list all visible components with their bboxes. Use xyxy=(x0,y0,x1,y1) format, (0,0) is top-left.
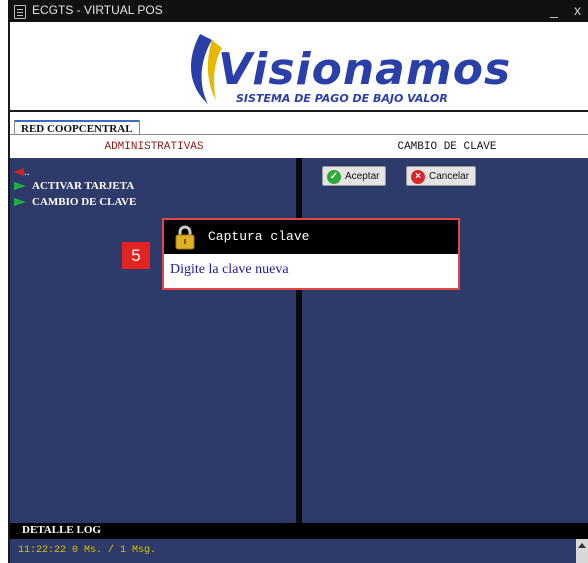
logo-banner: Visionamos SISTEMA DE PAGO DE BAJO VALOR xyxy=(10,22,588,110)
cancel-button[interactable]: × Cancelar xyxy=(406,166,477,186)
left-menu-panel: .. ACTIVAR TARJETA CAMBIO DE CLAVE xyxy=(10,158,296,523)
right-panel-header: CAMBIO DE CLAVE xyxy=(397,141,497,153)
log-panel: 11:22:22 0 Ms. / 1 Msg. xyxy=(10,539,588,563)
cancel-label: Cancelar xyxy=(429,171,470,182)
log-title: DETALLE LOG xyxy=(22,524,101,536)
title-bar: ECGTS - VIRTUAL POS _ x xyxy=(8,0,588,22)
green-arrow-icon xyxy=(14,182,26,191)
step-number-badge: 5 xyxy=(122,242,150,269)
log-header: DETALLE LOG xyxy=(10,523,588,539)
lock-icon xyxy=(175,225,195,250)
tab-strip: RED COOPCENTRAL xyxy=(10,110,588,137)
right-content-panel: ✓ Aceptar × Cancelar xyxy=(302,158,588,523)
close-button[interactable]: x xyxy=(574,2,581,18)
app-icon xyxy=(14,5,26,19)
log-line: 11:22:22 0 Ms. / 1 Msg. xyxy=(18,545,157,556)
left-panel-header: ADMINISTRATIVAS xyxy=(104,141,204,153)
menu-back-item[interactable]: .. xyxy=(14,166,30,178)
menu-item-cambio-de-clave[interactable]: CAMBIO DE CLAVE xyxy=(14,196,136,208)
dialog-prompt: Digite la clave nueva xyxy=(170,262,289,277)
password-capture-dialog: Captura clave Digite la clave nueva xyxy=(162,218,460,290)
check-icon: ✓ xyxy=(327,170,341,184)
panel-headers: ADMINISTRATIVAS CAMBIO DE CLAVE xyxy=(10,134,588,159)
logo-wordmark: Visionamos xyxy=(218,44,512,95)
accept-button[interactable]: ✓ Aceptar xyxy=(322,166,387,186)
green-arrow-icon xyxy=(14,198,26,207)
menu-item-label: ACTIVAR TARJETA xyxy=(32,180,135,192)
scroll-up-icon[interactable] xyxy=(578,543,586,548)
log-scrollbar[interactable] xyxy=(576,539,588,563)
dialog-header: Captura clave xyxy=(164,220,458,254)
window-title: ECGTS - VIRTUAL POS xyxy=(32,3,163,17)
visionamos-logo: Visionamos SISTEMA DE PAGO DE BAJO VALOR xyxy=(178,30,510,108)
dialog-title: Captura clave xyxy=(208,229,310,244)
logo-tagline: SISTEMA DE PAGO DE BAJO VALOR xyxy=(236,92,448,105)
close-circle-icon: × xyxy=(411,170,425,184)
menu-back-label: .. xyxy=(24,166,30,178)
back-arrow-icon xyxy=(14,168,24,177)
app-window: ECGTS - VIRTUAL POS _ x Visionamos SISTE… xyxy=(8,0,588,563)
menu-item-activar-tarjeta[interactable]: ACTIVAR TARJETA xyxy=(14,180,134,192)
accept-label: Aceptar xyxy=(345,171,380,182)
minimize-button[interactable]: _ xyxy=(550,2,558,18)
menu-item-label: CAMBIO DE CLAVE xyxy=(32,196,137,208)
